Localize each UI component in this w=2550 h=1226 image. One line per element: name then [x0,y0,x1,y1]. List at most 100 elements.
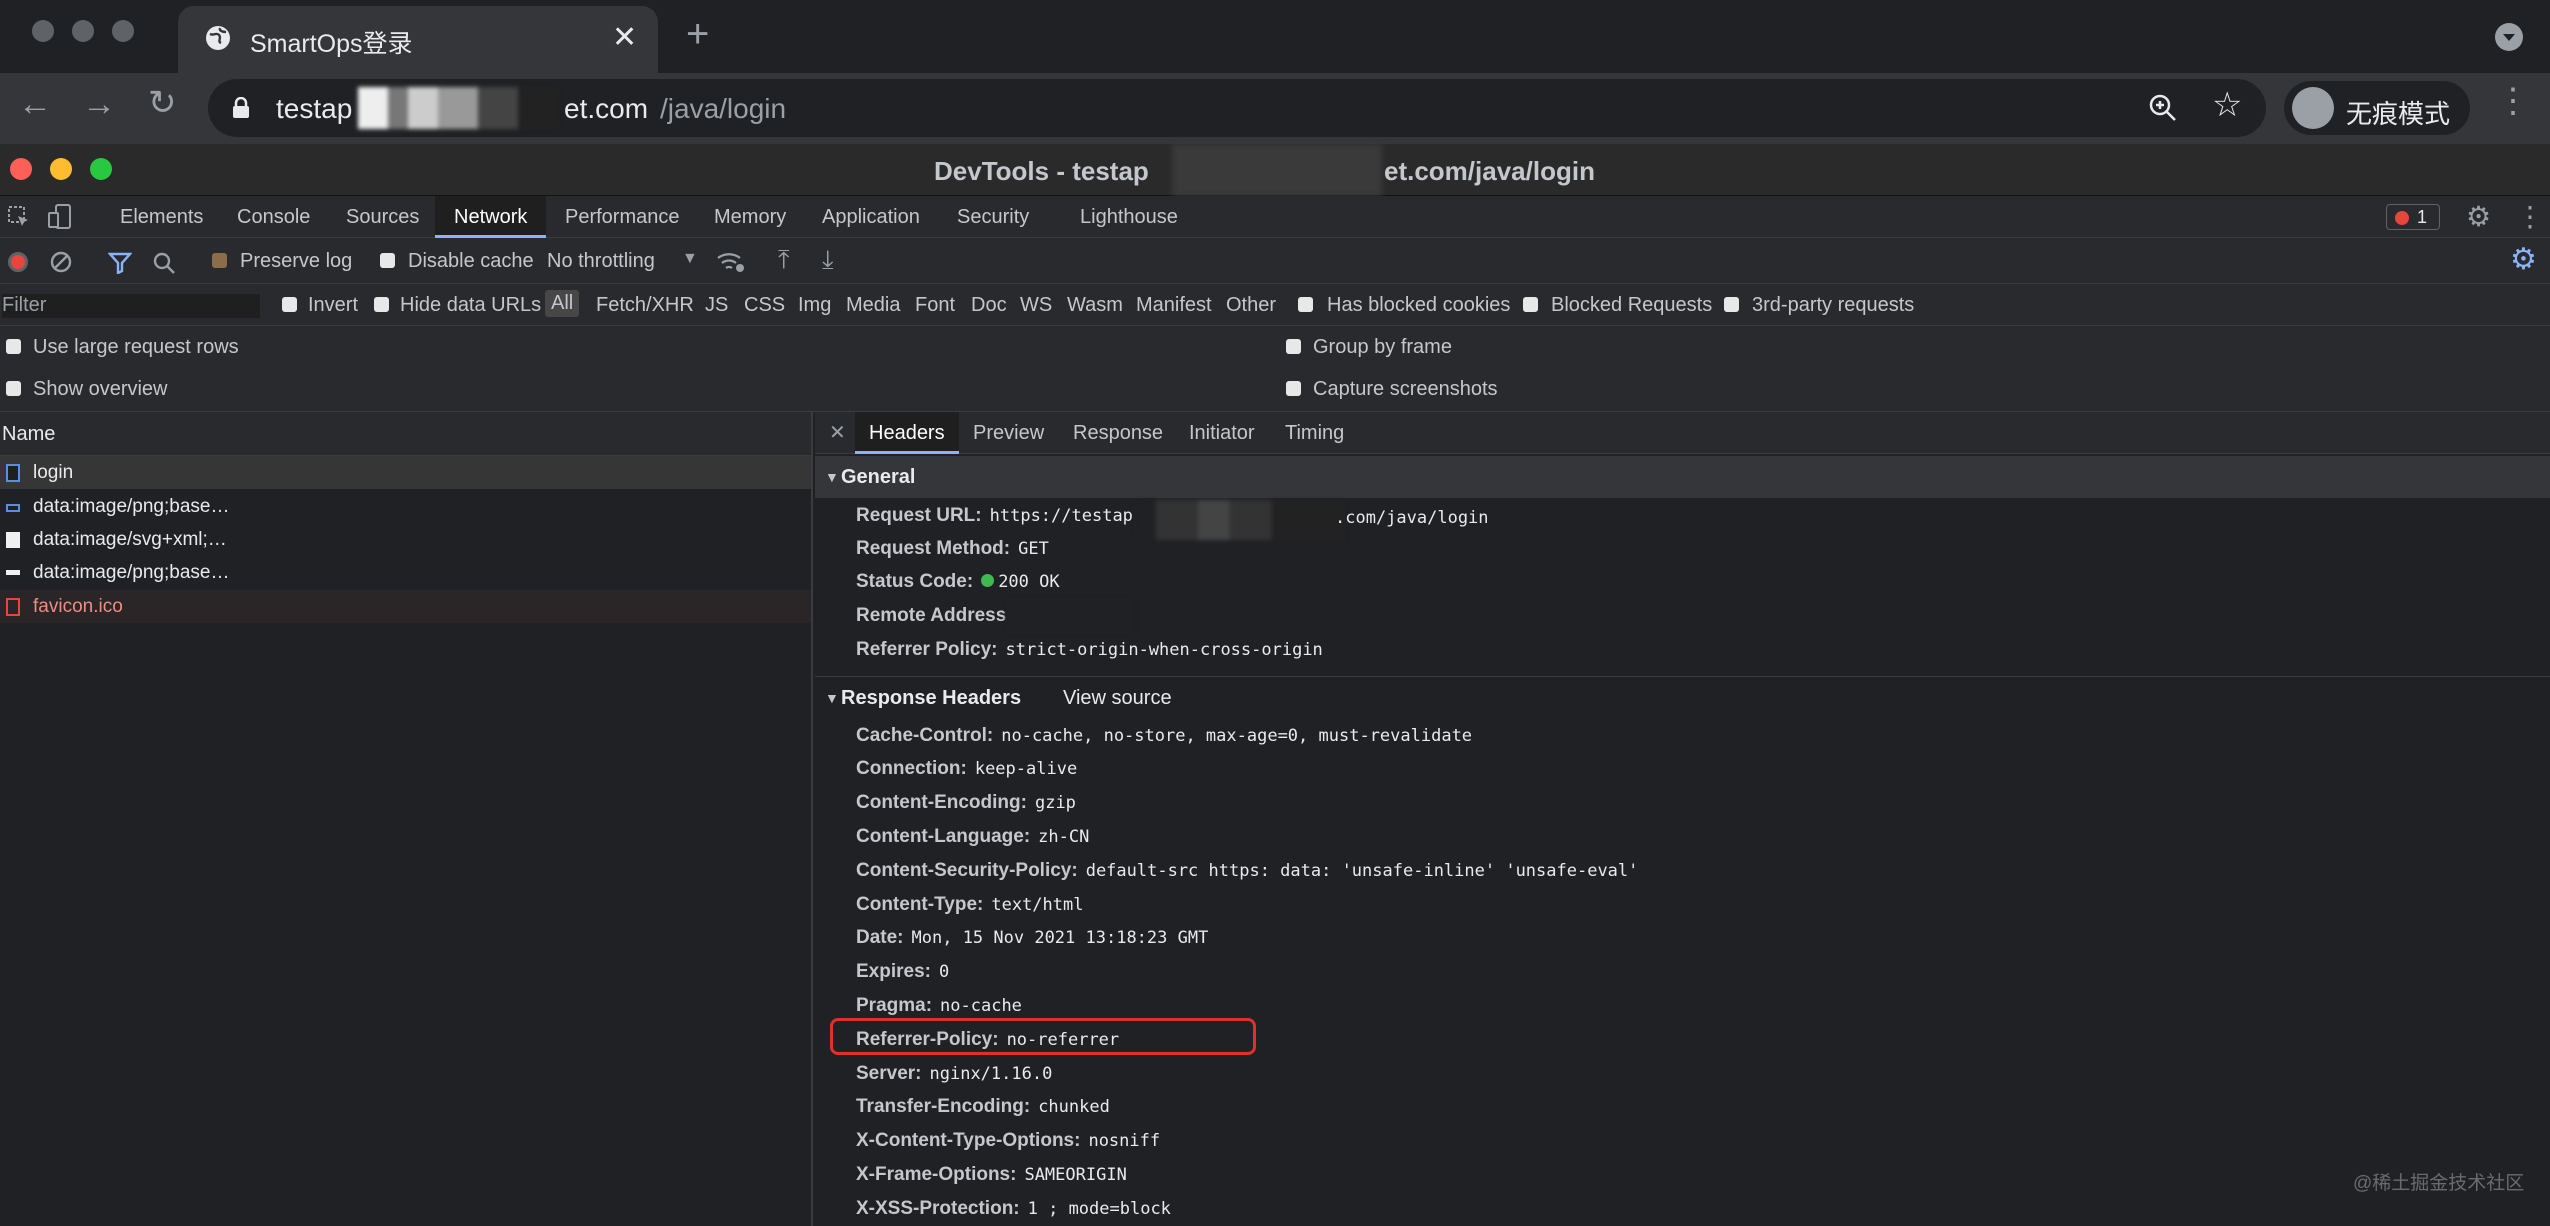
omnibox[interactable]: testap et.com /java/login ☆ [208,79,2266,137]
browser-tab[interactable]: SmartOps登录 ✕ [178,6,658,73]
header-key: X-Content-Type-Options: [856,1130,1081,1151]
tab-memory[interactable]: Memory [714,196,786,238]
general-section-header[interactable]: ▼ General [815,456,2550,498]
incognito-chip[interactable]: 无痕模式 [2284,81,2470,135]
table-row[interactable]: data:image/svg+xml;… [0,523,811,556]
view-source-link[interactable]: View source [1063,677,1172,719]
device-toolbar-icon[interactable] [48,204,72,230]
filter-icon[interactable] [108,252,132,274]
image-icon [6,504,20,512]
blocked-cookies-checkbox[interactable] [1298,297,1313,312]
invert-label: Invert [308,294,359,316]
header-key: Request Method: [856,538,1011,559]
devtools-close-dot[interactable] [10,158,32,180]
window-maximize-dot[interactable] [112,20,134,42]
tab-initiator[interactable]: Initiator [1189,412,1255,454]
tab-headers[interactable]: Headers [855,412,959,454]
type-filter-ws[interactable]: WS [1020,294,1052,317]
browser-menu-icon[interactable]: ⋮ [2496,81,2530,121]
request-name: favicon.ico [33,596,123,617]
export-har-icon[interactable]: ⤓ [822,244,834,276]
network-conditions-icon[interactable] [716,250,746,274]
back-icon[interactable]: ← [18,85,52,124]
blocked-requests-checkbox[interactable] [1523,297,1538,312]
type-filter-js[interactable]: JS [705,294,728,317]
type-filter-img[interactable]: Img [798,294,831,317]
zoom-icon[interactable] [2148,93,2178,123]
type-filter-media[interactable]: Media [846,294,900,317]
type-filter-css[interactable]: CSS [744,294,785,317]
settings-gear-icon[interactable]: ⚙ [2466,200,2491,233]
tab-lighthouse[interactable]: Lighthouse [1080,196,1178,238]
record-icon[interactable] [8,252,28,272]
tab-application[interactable]: Application [822,196,920,238]
header-value: strict-origin-when-cross-origin [1005,640,1323,660]
tab-network[interactable]: Network [435,196,547,238]
tab-elements[interactable]: Elements [120,196,203,238]
type-filter-other[interactable]: Other [1226,294,1276,317]
header-key: X-Frame-Options: [856,1164,1017,1185]
reload-icon[interactable]: ↻ [148,83,177,123]
import-har-icon[interactable]: ⤒ [778,244,790,276]
error-badge[interactable]: 1 [2386,204,2440,230]
search-icon[interactable] [152,251,176,275]
third-party-checkbox[interactable] [1724,297,1739,312]
type-filter-font[interactable]: Font [915,294,955,317]
error-icon [2395,211,2409,225]
table-row[interactable]: favicon.ico [0,590,811,623]
triangle-down-icon: ▼ [825,469,839,485]
devtools-minimize-dot[interactable] [50,158,72,180]
tab-console[interactable]: Console [237,196,310,238]
table-row[interactable]: data:image/png;base… [0,556,811,589]
type-filter-all[interactable]: All [545,290,580,317]
preserve-log-checkbox[interactable] [212,253,227,268]
response-headers-section[interactable]: ▼ Response Headers View source [815,677,2550,719]
large-rows-checkbox[interactable] [6,339,21,354]
new-tab-icon[interactable]: + [686,12,709,57]
hide-data-urls-label: Hide data URLs [400,294,542,316]
window-minimize-dot[interactable] [72,20,94,42]
network-settings-gear-icon[interactable]: ⚙ [2510,242,2537,277]
inspect-element-icon[interactable] [8,206,30,228]
request-name: data:image/svg+xml;… [33,529,227,550]
tab-sources[interactable]: Sources [346,196,419,238]
response-headers-title: Response Headers [841,687,1022,709]
tab-search-icon[interactable] [2494,22,2524,52]
tab-response[interactable]: Response [1073,412,1163,454]
name-column-header[interactable]: Name [0,412,811,456]
response-header-row: X-XSS-Protection: 1 ; mode=block [856,1198,1171,1220]
chevron-down-icon[interactable]: ▼ [682,250,698,268]
capture-screenshots-checkbox[interactable] [1286,381,1301,396]
table-row[interactable]: login [0,456,811,489]
type-filter-doc[interactable]: Doc [971,294,1007,317]
group-by-frame-checkbox[interactable] [1286,339,1301,354]
show-overview-checkbox[interactable] [6,381,21,396]
disable-cache-checkbox[interactable] [380,253,395,268]
clear-icon[interactable] [50,251,72,273]
window-close-dot[interactable] [32,20,54,42]
filter-input[interactable]: Filter [2,294,260,318]
response-header-row: Transfer-Encoding: chunked [856,1096,1110,1118]
forward-icon[interactable]: → [82,85,116,124]
highlight-box [830,1018,1256,1055]
type-filter-manifest[interactable]: Manifest [1136,294,1212,317]
tab-strip: SmartOps登录 ✕ + [0,0,2550,73]
tab-preview[interactable]: Preview [973,412,1044,454]
devtools-menu-icon[interactable]: ⋮ [2516,200,2544,233]
hide-data-urls-checkbox[interactable] [374,297,389,312]
table-row[interactable]: data:image/png;base… [0,490,811,523]
type-filter-wasm[interactable]: Wasm [1067,294,1123,317]
header-value: SAMEORIGIN [1024,1165,1127,1185]
header-key: X-XSS-Protection: [856,1198,1020,1219]
type-filter-fetch-xhr[interactable]: Fetch/XHR [596,294,694,317]
throttling-select[interactable]: No throttling [547,250,655,273]
tab-close-icon[interactable]: ✕ [612,20,637,55]
tab-timing[interactable]: Timing [1285,412,1344,454]
invert-checkbox[interactable] [282,297,297,312]
devtools-maximize-dot[interactable] [90,158,112,180]
disable-cache-label: Disable cache [408,250,534,272]
tab-performance[interactable]: Performance [565,196,680,238]
bookmark-star-icon[interactable]: ☆ [2212,85,2242,125]
close-details-icon[interactable]: ✕ [829,420,846,445]
tab-security[interactable]: Security [957,196,1029,238]
